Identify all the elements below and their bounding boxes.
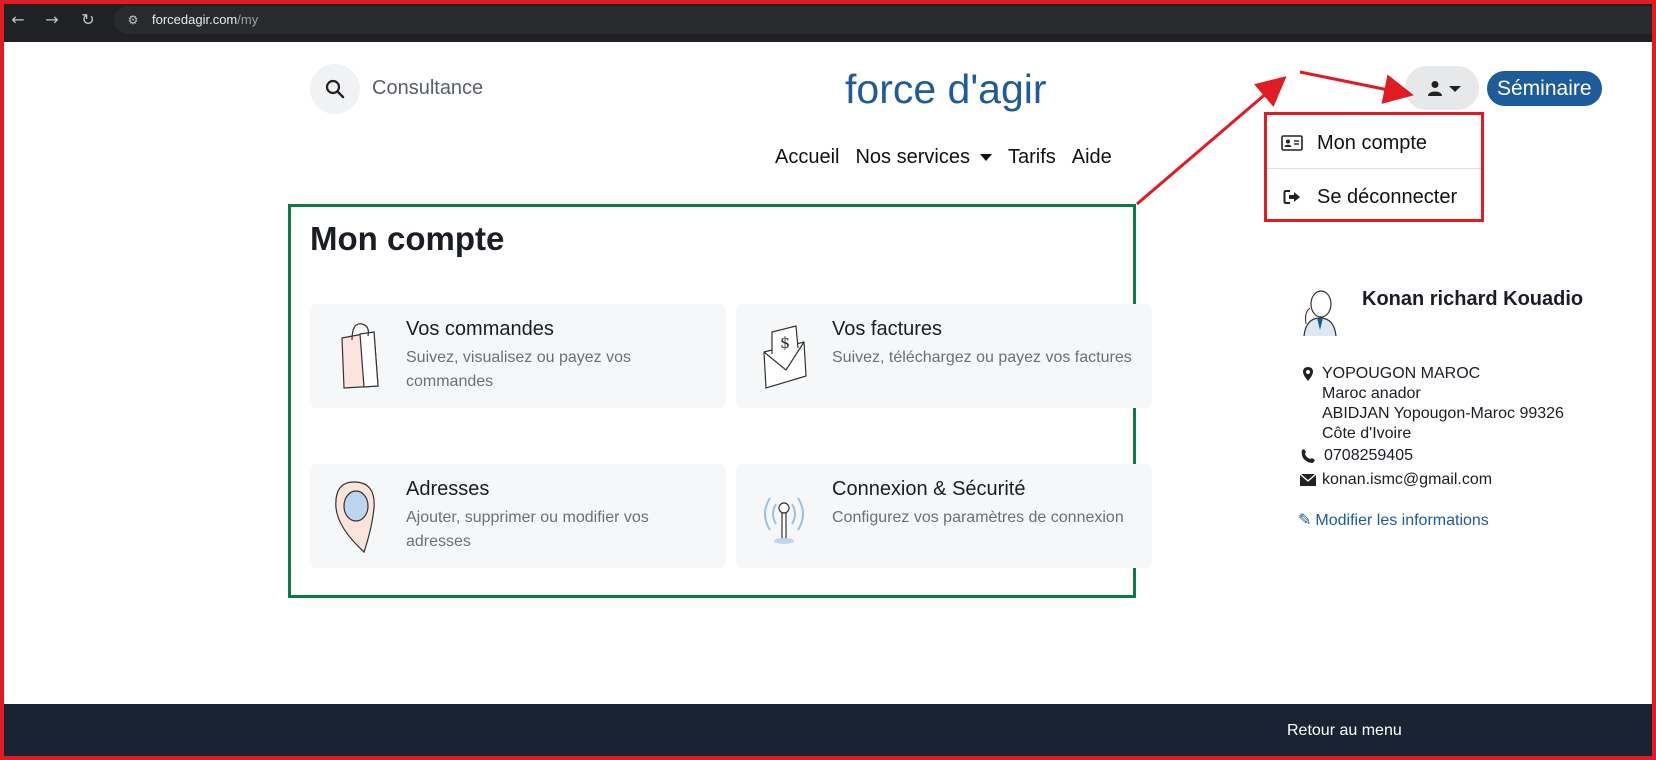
arrow-to-dropdown: [1136, 76, 1287, 206]
url-text[interactable]: forcedagir.com/my: [152, 12, 258, 27]
profile-email: konan.ismc@gmail.com: [1300, 470, 1620, 490]
address-bar[interactable]: ⚙ forcedagir.com/my: [114, 6, 1654, 34]
map-marker-icon: [1300, 366, 1316, 382]
page-title: Mon compte: [310, 220, 505, 257]
browser-toolbar: ← → ↻ ⚙ forcedagir.com/my: [0, 0, 1656, 42]
id-card-icon: [1281, 135, 1303, 151]
edit-profile-link[interactable]: ✎ Modifier les informations: [1298, 510, 1489, 530]
menu-item-mon-compte[interactable]: Mon compte: [1267, 117, 1481, 169]
site-info-icon[interactable]: ⚙: [124, 11, 142, 29]
card-description: Ajouter, supprimer ou modifier vos adres…: [406, 509, 649, 550]
card-description: Suivez, téléchargez ou payez vos facture…: [832, 349, 1132, 366]
user-dropdown-menu: Mon compte Se déconnecter: [1264, 112, 1484, 222]
svg-text:$: $: [780, 333, 790, 352]
card-connexion-securite[interactable]: Connexion & Sécurité Configurez vos para…: [736, 464, 1152, 568]
card-title: Connexion & Sécurité: [832, 478, 1026, 500]
menu-divider: [1267, 168, 1481, 169]
menu-item-label: Mon compte: [1317, 131, 1428, 154]
email-address: konan.ismc@gmail.com: [1322, 471, 1493, 488]
address-line: Côte d'Ivoire: [1322, 425, 1412, 442]
card-description: Configurez vos paramètres de connexion: [832, 509, 1124, 526]
sign-out-icon: [1281, 189, 1303, 205]
profile-address: YOPOUGON MAROC Maroc anador ABIDJAN Yopo…: [1300, 364, 1620, 444]
phone-icon: [1300, 448, 1316, 464]
card-adresses[interactable]: Adresses Ajouter, supprimer ou modifier …: [310, 464, 726, 568]
card-vos-commandes[interactable]: Vos commandes Suivez, visualisez ou paye…: [310, 304, 726, 408]
signal-antenna-icon: [764, 497, 804, 544]
address-line: YOPOUGON MAROC: [1322, 365, 1481, 382]
card-vos-factures[interactable]: $ Vos factures Suivez, téléchargez ou pa…: [736, 304, 1152, 408]
arrow-to-user-button: [1299, 70, 1414, 104]
nav-nos-services[interactable]: Nos services: [855, 146, 992, 169]
invoice-envelope-icon: $: [763, 325, 807, 389]
envelope-icon: [1300, 472, 1316, 488]
menu-item-se-deconnecter[interactable]: Se déconnecter: [1267, 171, 1481, 223]
search-icon: [325, 79, 345, 99]
arrow-left-icon[interactable]: ←: [6, 8, 30, 32]
user-icon: [1428, 81, 1442, 96]
chevron-down-icon: [1449, 86, 1461, 92]
avatar: [1303, 290, 1337, 337]
profile-phone: 0708259405: [1300, 446, 1620, 466]
search-button[interactable]: [310, 64, 360, 114]
phone-number: 0708259405: [1324, 447, 1413, 464]
nav-aide[interactable]: Aide: [1072, 146, 1112, 169]
address-line: Maroc anador: [1322, 385, 1421, 402]
profile-name: Konan richard Kouadio: [1362, 288, 1584, 310]
edit-link-label: Modifier les informations: [1315, 512, 1489, 529]
nav-tarifs[interactable]: Tarifs: [1008, 146, 1056, 169]
arrow-right-icon[interactable]: →: [40, 8, 64, 32]
address-line: ABIDJAN Yopougon-Maroc 99326: [1322, 405, 1564, 422]
pencil-icon: ✎: [1298, 510, 1312, 529]
reload-icon[interactable]: ↻: [76, 8, 100, 32]
footer-bar: Retour au menu: [0, 704, 1656, 760]
seminaire-button[interactable]: Séminaire: [1487, 71, 1602, 106]
caret-down-icon: [979, 154, 992, 161]
card-title: Vos factures: [832, 318, 943, 340]
main-nav: Accueil Nos services Tarifs Aide: [775, 146, 1112, 169]
shopping-bag-icon: [341, 323, 379, 389]
user-menu-button[interactable]: [1405, 66, 1479, 110]
search-input[interactable]: Consultance: [372, 77, 483, 100]
menu-item-label: Se déconnecter: [1317, 185, 1458, 208]
map-pin-icon: [335, 481, 375, 554]
card-title: Adresses: [406, 478, 490, 500]
card-description: Suivez, visualisez ou payez vos commande…: [406, 349, 631, 390]
site-brand[interactable]: force d'agir: [845, 66, 1047, 113]
card-title: Vos commandes: [406, 318, 554, 340]
back-to-menu-link[interactable]: Retour au menu: [1287, 722, 1402, 740]
nav-accueil[interactable]: Accueil: [775, 146, 839, 169]
